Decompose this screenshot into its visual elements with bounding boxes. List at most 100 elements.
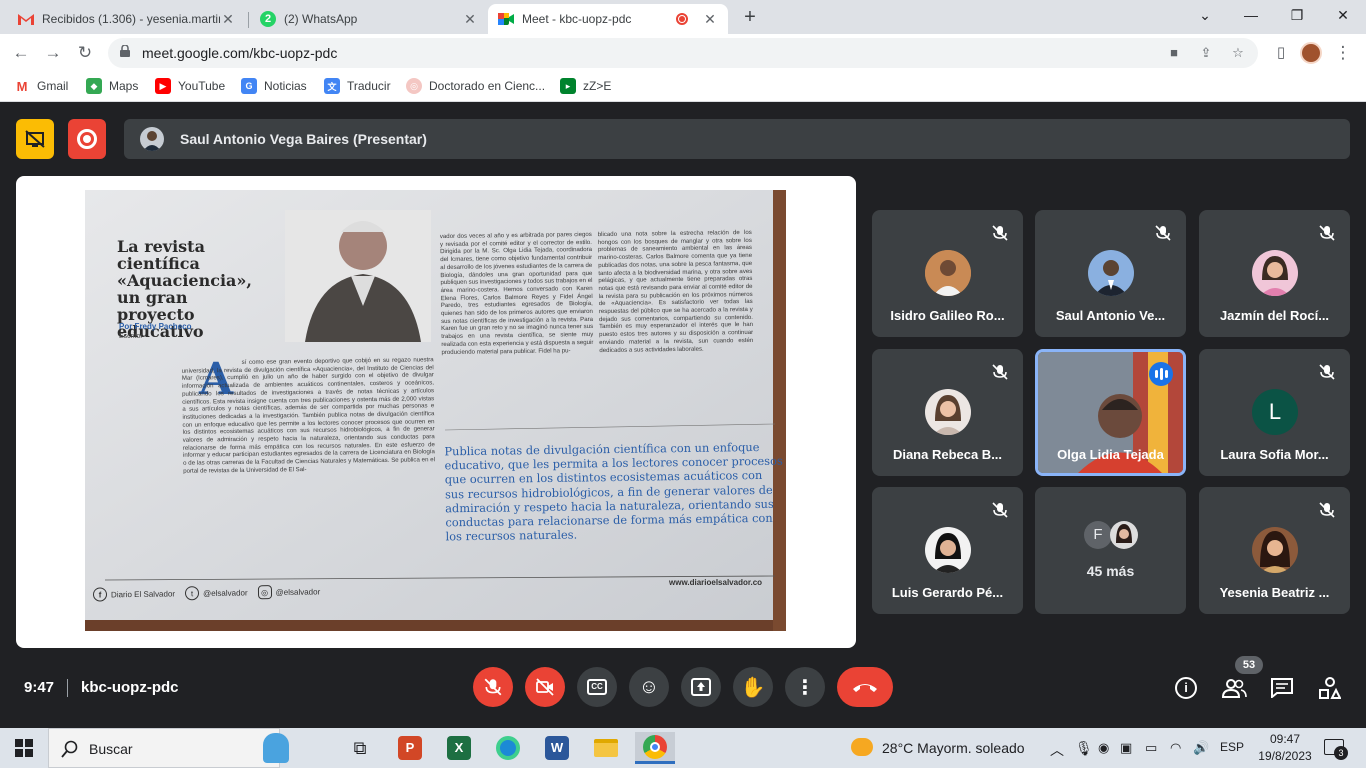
word-app[interactable]: W — [537, 732, 577, 764]
presentation-off-button[interactable] — [16, 119, 54, 159]
meeting-details-button[interactable]: i — [1173, 675, 1199, 701]
footer-instagram-text: @elsalvador — [275, 586, 321, 597]
activities-icon — [1319, 677, 1341, 699]
bookmark-doctorado[interactable]: ◎ Doctorado en Cienc... — [406, 78, 545, 94]
captions-button[interactable]: CC — [577, 667, 617, 707]
meeting-clock: 9:47 — [24, 679, 55, 696]
camera-off-icon — [536, 678, 554, 696]
taskbar-time[interactable]: 09:47 — [1263, 732, 1307, 746]
hangup-icon — [853, 684, 877, 692]
emoji-icon: ☺ — [638, 675, 660, 698]
tab-meet[interactable]: Meet - kbc-uopz-pdc ✕ — [488, 4, 728, 34]
close-tab-icon[interactable]: ✕ — [702, 11, 718, 28]
translate-icon: 文 — [324, 78, 340, 94]
display-tray-icon[interactable]: ▣ — [1120, 740, 1132, 756]
participant-tile[interactable]: Yesenia Beatriz ... — [1199, 487, 1350, 614]
microphone-tray-icon[interactable]: 🎙 — [1075, 740, 1093, 757]
raise-hand-button[interactable]: ✋ — [733, 667, 773, 707]
weather-icon — [851, 738, 873, 756]
language-indicator[interactable]: ESP — [1220, 740, 1244, 754]
more-options-button[interactable]: ⋮ — [785, 667, 825, 707]
share-icon[interactable]: ⇪ — [1198, 45, 1214, 61]
side-panel-icon[interactable]: ▯ — [1268, 40, 1294, 66]
taskbar-date[interactable]: 19/8/2023 — [1256, 749, 1314, 763]
address-bar[interactable]: meet.google.com/kbc-uopz-pdc ■ ⇪ ☆ — [108, 38, 1258, 68]
article-author: Por Fredy Pacheco — [119, 322, 192, 331]
participant-tile[interactable]: Luis Gerardo Pé... — [872, 487, 1023, 614]
file-explorer-app[interactable] — [586, 732, 626, 764]
tab-search-icon[interactable]: ⌄ — [1182, 0, 1228, 34]
chrome-icon — [643, 734, 667, 759]
bookmark-noticias[interactable]: G Noticias — [241, 78, 307, 94]
participant-avatar — [925, 527, 971, 573]
recording-button[interactable] — [68, 119, 106, 159]
bookmark-traducir[interactable]: 文 Traducir — [324, 78, 391, 94]
tab-whatsapp[interactable]: 2 (2) WhatsApp ✕ — [250, 4, 488, 34]
volume-icon[interactable]: 🔊 — [1193, 740, 1209, 756]
more-participants-tile[interactable]: F 45 más — [1035, 487, 1186, 614]
bookmark-zze[interactable]: ▸ zZ>E — [560, 78, 611, 94]
profile-avatar[interactable] — [1300, 42, 1322, 64]
bookmark-maps[interactable]: ◆ Maps — [86, 78, 138, 94]
back-button[interactable]: ← — [8, 40, 34, 66]
article-author-role: Escritor — [119, 333, 143, 340]
participant-avatar — [1252, 527, 1298, 573]
footer-site: www.diarioelsalvador.co — [669, 578, 763, 587]
whatsapp-icon: 2 — [260, 11, 276, 27]
participant-name: Laura Sofia Mor... — [1220, 447, 1329, 462]
bookmark-gmail[interactable]: M Gmail — [14, 78, 68, 94]
camera-button[interactable] — [525, 667, 565, 707]
tab-gmail[interactable]: Recibidos (1.306) - yesenia.martin ✕ — [8, 4, 246, 34]
mic-off-icon — [992, 225, 1008, 241]
divider — [67, 679, 68, 697]
close-tab-icon[interactable]: ✕ — [220, 11, 236, 28]
excel-app[interactable]: X — [439, 732, 479, 764]
task-view-button[interactable]: ⧉ — [340, 732, 380, 764]
participant-count-badge: 53 — [1235, 656, 1263, 674]
participant-tile[interactable]: Diana Rebeca B... — [872, 349, 1023, 476]
menu-icon[interactable]: ⋮ — [1330, 40, 1356, 66]
taskbar-search[interactable]: Buscar — [48, 728, 289, 768]
tray-chevron-icon[interactable]: ︿ — [1050, 740, 1064, 760]
participant-avatar — [1252, 250, 1298, 296]
participant-tile[interactable]: Jazmín del Rocí... — [1199, 210, 1350, 337]
task-view-icon: ⧉ — [353, 737, 367, 758]
participant-tile[interactable]: Isidro Galileo Ro... — [872, 210, 1023, 337]
camera-permission-icon[interactable]: ■ — [1166, 45, 1182, 61]
participant-tile-speaking[interactable]: Olga Lidia Tejada — [1035, 349, 1186, 476]
mic-off-icon — [1319, 225, 1335, 241]
article-pullquote: Publica notas de divulgación científica … — [444, 439, 783, 544]
close-window-button[interactable]: ✕ — [1320, 0, 1366, 34]
participant-tile[interactable]: Saul Antonio Ve... — [1035, 210, 1186, 337]
reload-button[interactable]: ↻ — [72, 40, 98, 66]
wifi-icon[interactable]: ◠ — [1170, 740, 1181, 756]
mic-off-icon — [484, 678, 502, 696]
microphone-button[interactable] — [473, 667, 513, 707]
folder-icon — [594, 739, 618, 757]
present-icon — [691, 678, 711, 696]
chrome-app[interactable] — [635, 732, 675, 764]
security-tray-icon[interactable]: ◉ — [1098, 740, 1109, 756]
start-button[interactable] — [4, 732, 44, 764]
forward-button[interactable]: → — [40, 40, 66, 66]
restore-button[interactable]: ❐ — [1274, 0, 1320, 34]
minimize-button[interactable]: — — [1228, 0, 1274, 34]
present-now-button[interactable] — [681, 667, 721, 707]
reactions-button[interactable]: ☺ — [629, 667, 669, 707]
close-tab-icon[interactable]: ✕ — [462, 11, 478, 28]
hand-icon: ✋ — [740, 676, 766, 699]
edge-app[interactable] — [488, 732, 528, 764]
participant-tile[interactable]: L Laura Sofia Mor... — [1199, 349, 1350, 476]
more-participants-label: 45 más — [1086, 563, 1135, 579]
chat-button[interactable] — [1269, 675, 1295, 701]
battery-icon[interactable]: ▭ — [1145, 740, 1157, 756]
bookmark-label: Noticias — [264, 79, 307, 93]
powerpoint-app[interactable]: P — [390, 732, 430, 764]
activities-button[interactable] — [1317, 675, 1343, 701]
people-button[interactable] — [1221, 675, 1247, 701]
leave-call-button[interactable] — [837, 667, 893, 707]
participant-avatar — [925, 389, 971, 435]
bookmark-star-icon[interactable]: ☆ — [1230, 45, 1246, 61]
new-tab-button[interactable]: + — [738, 6, 762, 30]
bookmark-youtube[interactable]: ▶ YouTube — [155, 78, 225, 94]
